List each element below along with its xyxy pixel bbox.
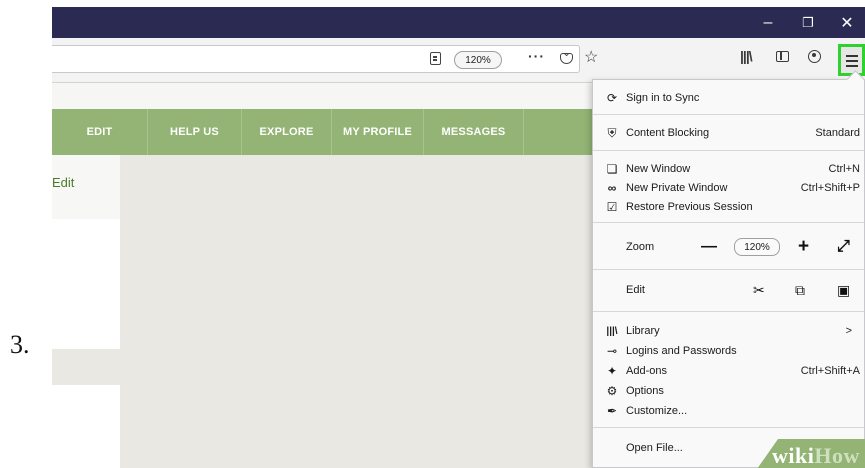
key-icon: ⊸	[606, 344, 618, 358]
app-menu-panel: ⟳ Sign in to Sync ⛨ Content Blocking Sta…	[592, 70, 865, 468]
menu-new-private-window[interactable]: ∞ New Private Window Ctrl+Shift+P	[593, 178, 864, 198]
brush-icon: ✒	[606, 404, 618, 418]
menu-separator	[593, 114, 864, 115]
menu-edit-row: Edit ✂ ⧉ ▣	[626, 281, 851, 299]
menu-content-blocking[interactable]: ⛨ Content Blocking Standard	[593, 123, 864, 143]
minimize-button[interactable]: –	[750, 7, 786, 38]
nav-my-profile[interactable]: MY PROFILE	[331, 109, 423, 155]
library-icon: |||\	[606, 325, 618, 337]
content-card	[52, 219, 120, 349]
content-card	[52, 385, 120, 468]
new-window-icon: ❏	[606, 162, 618, 176]
menu-separator	[593, 311, 864, 312]
menu-separator	[593, 269, 864, 270]
pocket-icon[interactable]	[560, 46, 573, 64]
title-bar: – ❐ ✕	[52, 7, 865, 38]
menu-add-ons[interactable]: ✦ Add-ons Ctrl+Shift+A	[593, 361, 864, 381]
menu-new-window[interactable]: ❏ New Window Ctrl+N	[593, 159, 864, 179]
menu-customize[interactable]: ✒ Customize...	[593, 401, 864, 421]
nav-help-us[interactable]: HELP US	[147, 109, 241, 155]
fullscreen-icon[interactable]: ⤢	[837, 238, 850, 256]
zoom-level-badge[interactable]: 120%	[454, 51, 502, 69]
sidebar-icon[interactable]	[776, 51, 789, 62]
menu-options[interactable]: ⚙ Options	[593, 381, 864, 401]
menu-separator	[593, 222, 864, 223]
step-number: 3.	[10, 330, 30, 359]
cut-icon[interactable]: ✂	[753, 282, 765, 299]
zoom-reset-button[interactable]: 120%	[734, 238, 780, 256]
copy-icon[interactable]: ⧉	[795, 282, 805, 299]
browser-screenshot: – ❐ ✕ 120% ··· ☆ |||\ EDIT HELP US EXPLO…	[52, 7, 865, 468]
shield-icon: ⛨	[607, 125, 617, 140]
gear-icon: ⚙	[606, 384, 618, 398]
navigation-toolbar: 120% ··· ☆ |||\	[52, 38, 865, 83]
page-actions-icon[interactable]: ···	[528, 48, 545, 64]
menu-library[interactable]: |||\ Library >	[593, 321, 864, 341]
menu-separator	[593, 427, 864, 428]
sync-icon: ⟳	[606, 91, 618, 105]
hamburger-icon	[846, 55, 858, 57]
nav-edit[interactable]: EDIT	[52, 109, 147, 155]
zoom-out-button[interactable]: —	[701, 238, 717, 256]
bookmark-star-icon[interactable]: ☆	[584, 47, 598, 67]
menu-separator	[593, 150, 864, 151]
puzzle-icon: ✦	[606, 364, 618, 378]
zoom-in-button[interactable]: +	[798, 236, 809, 258]
close-button[interactable]: ✕	[829, 7, 865, 38]
paste-icon[interactable]: ▣	[837, 282, 850, 299]
reader-view-icon[interactable]	[430, 52, 441, 65]
hamburger-menu-button[interactable]	[838, 44, 865, 76]
menu-zoom-row: Zoom — 120% + ⤢	[626, 236, 850, 258]
menu-restore-session[interactable]: ☑ Restore Previous Session	[593, 197, 864, 217]
account-icon[interactable]	[808, 50, 821, 63]
restore-button[interactable]: ❐	[790, 7, 826, 38]
menu-logins-passwords[interactable]: ⊸ Logins and Passwords	[593, 341, 864, 361]
nav-messages[interactable]: MESSAGES	[423, 109, 523, 155]
edit-link[interactable]: Edit	[52, 175, 74, 190]
menu-sign-in-to-sync[interactable]: ⟳ Sign in to Sync	[593, 88, 864, 108]
library-icon[interactable]: |||\	[740, 48, 753, 64]
private-mask-icon: ∞	[607, 181, 617, 195]
url-bar[interactable]: 120% ··· ☆	[52, 45, 598, 73]
nav-explore[interactable]: EXPLORE	[241, 109, 331, 155]
wikihow-watermark: wikiHow	[772, 443, 860, 468]
chevron-right-icon: >	[845, 325, 852, 337]
restore-session-icon: ☑	[606, 200, 618, 214]
